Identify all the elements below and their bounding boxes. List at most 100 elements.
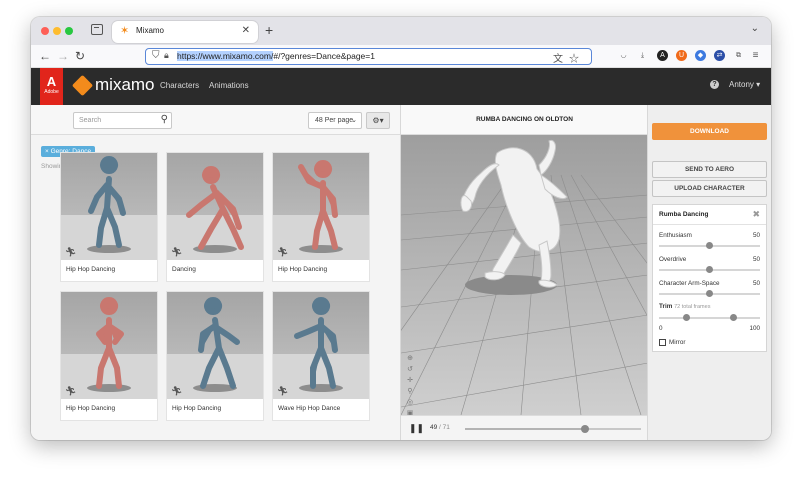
nav-animations[interactable]: Animations: [209, 81, 249, 90]
param-label-enthusiasm: Enthusiasm: [659, 232, 692, 239]
mixamo-brand[interactable]: mixamo: [95, 75, 155, 95]
download-button[interactable]: DOWNLOAD: [652, 123, 767, 140]
card-label: Hip Hop Dancing: [172, 405, 222, 412]
tab-title: Mixamo: [136, 26, 165, 35]
minimize-window-button[interactable]: [53, 27, 61, 35]
pan-view-icon[interactable]: ✛: [405, 375, 415, 386]
user-menu[interactable]: Antony ▾: [729, 80, 760, 89]
3d-stage[interactable]: ⊕ ↺ ✛ ⚲ ◎ ▣: [401, 135, 648, 415]
new-tab-icon[interactable]: +: [265, 22, 273, 38]
enthusiasm-slider[interactable]: [659, 242, 760, 249]
chevron-down-icon[interactable]: ⌄: [751, 23, 759, 34]
trim-note: 72 total frames: [674, 304, 711, 310]
extension-ublock-icon[interactable]: U: [676, 50, 687, 61]
extension-diamond-icon[interactable]: ◆: [695, 50, 706, 61]
maximize-window-button[interactable]: [65, 27, 73, 35]
trim-end-handle[interactable]: [730, 314, 738, 321]
shield-icon[interactable]: ⛉: [152, 50, 160, 61]
animation-card[interactable]: 🏃︎ Hip Hop Dancing: [167, 292, 263, 420]
animation-thumbnail[interactable]: 🏃︎: [167, 292, 263, 399]
rotate-view-icon[interactable]: ↺: [405, 364, 415, 375]
back-arrow-icon[interactable]: ←: [39, 49, 51, 63]
animation-card[interactable]: 🏃︎ Hip Hop Dancing: [273, 153, 369, 281]
mirror-checkbox[interactable]: [659, 339, 666, 346]
character-figure: [87, 297, 131, 392]
animation-card[interactable]: 🏃︎ Hip Hop Dancing: [61, 153, 157, 281]
downloads-icon[interactable]: ⤓: [637, 50, 648, 61]
extensions-puzzle-icon[interactable]: ⧉: [733, 50, 744, 61]
home-view-icon[interactable]: ⊕: [405, 353, 415, 364]
pause-icon[interactable]: ❚❚: [409, 423, 424, 434]
mixamo-logo-icon[interactable]: [71, 74, 94, 97]
trim-label: Trim 72 total frames: [659, 303, 710, 310]
animation-settings-box: Rumba Dancing ✖ Enthusiasm 50 Overdrive …: [652, 204, 767, 352]
animation-card[interactable]: 🏃︎ Wave Hip Hop Dance: [273, 292, 369, 420]
close-icon[interactable]: ✖: [752, 209, 760, 220]
translate-bookmark-icons[interactable]: 文☆: [553, 50, 585, 65]
url-text[interactable]: https://www.mixamo.com/#/?genres=Dance&p…: [177, 51, 375, 61]
extension-a-icon[interactable]: A: [657, 50, 668, 61]
mirror-label: Mirror: [669, 339, 686, 346]
animation-thumbnail[interactable]: 🏃︎: [61, 292, 157, 399]
animation-card[interactable]: 🏃︎ Dancing: [167, 153, 263, 281]
send-to-aero-button[interactable]: SEND TO AERO: [652, 161, 767, 178]
tab-overview-icon[interactable]: [91, 24, 103, 35]
arm-space-slider[interactable]: [659, 290, 760, 297]
trim-max: 100: [749, 325, 760, 332]
animation-thumbnail[interactable]: 🏃︎: [273, 292, 369, 399]
viewer-tools: ⊕ ↺ ✛ ⚲ ◎ ▣: [405, 353, 415, 415]
animation-browser: Search ⚲ 48 Per page ⌄ ⚙▾ × Genre: Dance…: [31, 105, 400, 440]
animation-thumbnail[interactable]: 🏃︎: [167, 153, 263, 260]
browser-window: ✶ Mixamo ✕ + ⌄ ← → ↻ ⛉ 🔒︎ https://www.mi…: [31, 17, 771, 440]
menu-icon[interactable]: ≡: [750, 50, 761, 61]
param-value-enthusiasm: 50: [752, 232, 760, 239]
arm-space-handle[interactable]: [706, 290, 713, 297]
close-tab-icon[interactable]: ✕: [242, 25, 250, 36]
reload-icon[interactable]: ↻: [75, 49, 85, 63]
overdrive-handle[interactable]: [706, 266, 713, 273]
animation-title: Rumba Dancing: [659, 211, 709, 218]
running-figure-icon: 🏃︎: [171, 247, 183, 257]
trim-slider[interactable]: [659, 314, 760, 321]
gear-icon: ⚙▾: [372, 116, 384, 125]
upload-character-button[interactable]: UPLOAD CHARACTER: [652, 180, 767, 197]
animation-thumbnail[interactable]: 🏃︎: [273, 153, 369, 260]
animation-thumbnail[interactable]: 🏃︎: [61, 153, 157, 260]
search-icon[interactable]: ⚲: [161, 114, 168, 125]
settings-button[interactable]: ⚙▾: [366, 112, 390, 129]
running-figure-icon: 🏃︎: [277, 247, 289, 257]
timeline-fill: [465, 428, 585, 430]
zoom-view-icon[interactable]: ⚲: [405, 386, 415, 397]
browser-tab[interactable]: ✶ Mixamo ✕: [112, 21, 258, 43]
search-input[interactable]: Search ⚲: [73, 112, 172, 129]
running-figure-icon: 🏃︎: [277, 386, 289, 396]
adobe-logo[interactable]: A Adobe: [40, 68, 63, 107]
reset-view-icon[interactable]: ◎: [405, 397, 415, 408]
running-figure-icon: 🏃︎: [171, 386, 183, 396]
nav-characters[interactable]: Characters: [160, 81, 199, 90]
trim-start-handle[interactable]: [682, 314, 690, 321]
timeline-handle[interactable]: [580, 425, 589, 433]
pocket-icon[interactable]: ◡: [618, 50, 629, 61]
card-label: Hip Hop Dancing: [66, 405, 116, 412]
param-label-overdrive: Overdrive: [659, 256, 687, 263]
lock-icon[interactable]: 🔒︎: [164, 50, 169, 61]
close-window-button[interactable]: [41, 27, 49, 35]
stage-scene: [401, 135, 648, 415]
param-value-overdrive: 50: [752, 256, 760, 263]
frame-current: 49: [430, 424, 438, 431]
per-page-select[interactable]: 48 Per page ⌄: [308, 112, 362, 129]
enthusiasm-handle[interactable]: [706, 242, 713, 249]
overdrive-slider[interactable]: [659, 266, 760, 273]
url-highlighted: https://www.mixamo.com/: [177, 51, 274, 61]
extension-arrows-icon[interactable]: ⇄: [714, 50, 725, 61]
camera-view-icon[interactable]: ▣: [405, 408, 415, 415]
timeline-slider[interactable]: [465, 425, 641, 433]
card-label: Hip Hop Dancing: [66, 266, 116, 273]
character-figure: [193, 297, 240, 392]
help-icon[interactable]: ?: [710, 80, 719, 89]
forward-arrow-icon[interactable]: →: [57, 49, 69, 63]
param-value-arm-space: 50: [752, 280, 760, 287]
animation-card[interactable]: 🏃︎ Hip Hop Dancing: [61, 292, 157, 420]
address-bar[interactable]: ⛉ 🔒︎ https://www.mixamo.com/#/?genres=Da…: [145, 48, 592, 65]
